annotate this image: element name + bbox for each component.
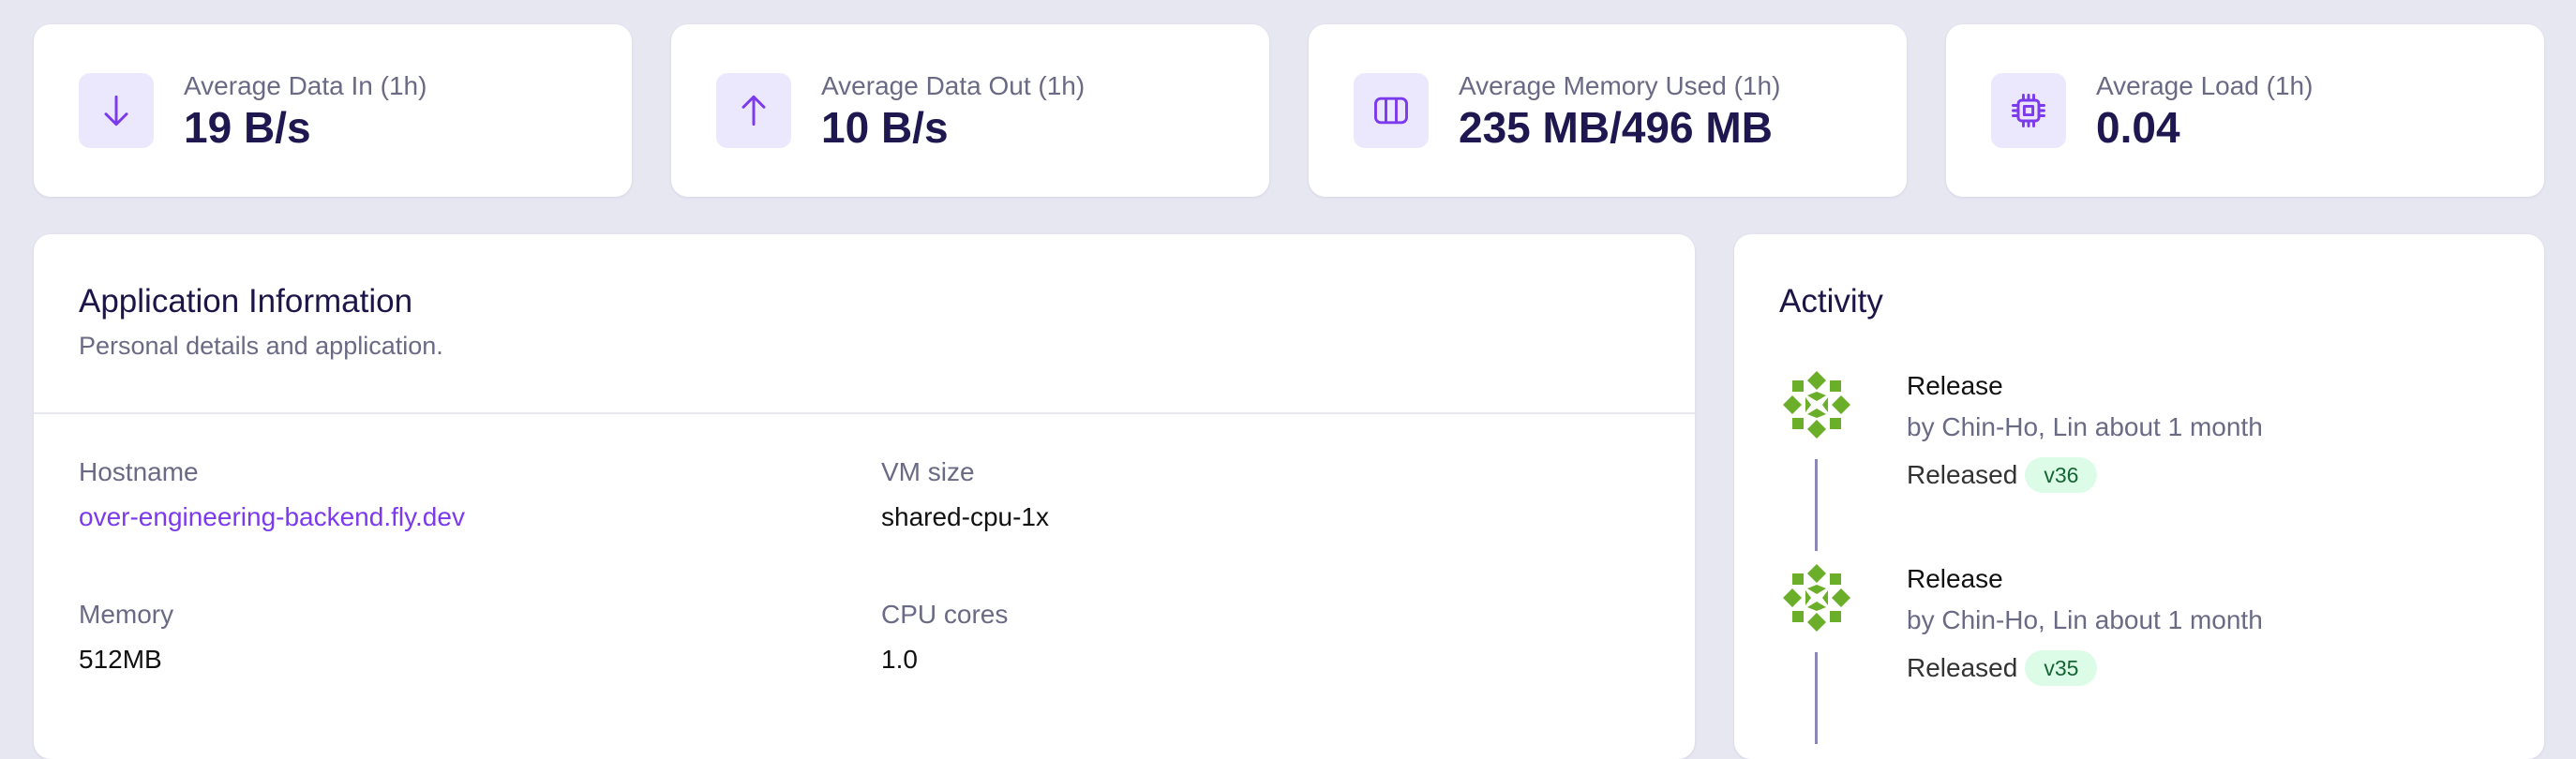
memory-columns-icon (1354, 73, 1429, 148)
activity-item: Release by Chin-Ho, Lin about 1 month Re… (1779, 560, 2510, 753)
stat-label: Average Data In (1h) (184, 71, 427, 100)
activity-card: Activity Release by Chin-Ho, Lin about 1… (1734, 234, 2544, 759)
stat-card-data-out: Average Data Out (1h) 10 B/s (671, 24, 1269, 197)
activity-status: Released v36 (1907, 457, 2263, 493)
arrow-down-icon (79, 73, 154, 148)
activity-status-label: Released (1907, 653, 2018, 682)
arrow-up-icon (716, 73, 791, 148)
field-value: shared-cpu-1x (881, 502, 1049, 531)
field-hostname: Hostname over-engineering-backend.fly.de… (79, 455, 791, 534)
stats-row: Average Data In (1h) 19 B/s Average Data… (34, 24, 2544, 197)
field-label: VM size (881, 457, 975, 486)
field-memory: Memory 512MB (79, 598, 791, 677)
field-value: 512MB (79, 645, 162, 674)
stat-card-data-in: Average Data In (1h) 19 B/s (34, 24, 632, 197)
field-label: Hostname (79, 457, 199, 486)
card-title: Application Information (79, 283, 413, 320)
stat-label: Average Data Out (1h) (821, 71, 1086, 100)
stat-label: Average Memory Used (1h) (1459, 71, 1781, 100)
timeline-connector (1815, 652, 1818, 744)
application-info-card: Application Information Personal details… (34, 234, 1695, 759)
activity-status-label: Released (1907, 460, 2018, 489)
avatar (1779, 560, 1854, 635)
field-vm-size: VM size shared-cpu-1x (881, 455, 1594, 534)
card-subtitle: Personal details and application. (79, 332, 443, 360)
stat-card-memory: Average Memory Used (1h) 235 MB/496 MB (1309, 24, 1907, 197)
card-title: Activity (1779, 283, 1883, 320)
activity-name: Release (1907, 564, 2003, 593)
field-cpu-cores: CPU cores 1.0 (881, 598, 1594, 677)
hostname-link[interactable]: over-engineering-backend.fly.dev (79, 500, 791, 534)
activity-author: by Chin-Ho, Lin about 1 month (1907, 412, 2263, 441)
activity-author: by Chin-Ho, Lin about 1 month (1907, 605, 2263, 634)
field-label: Memory (79, 600, 174, 629)
activity-name: Release (1907, 371, 2003, 400)
version-badge: v35 (2025, 650, 2098, 686)
cpu-chip-icon (1991, 73, 2066, 148)
stat-value: 235 MB/496 MB (1459, 103, 1773, 152)
timeline-connector (1815, 459, 1818, 551)
stat-card-load: Average Load (1h) 0.04 (1946, 24, 2544, 197)
field-value: 1.0 (881, 645, 918, 674)
stat-value: 19 B/s (184, 103, 311, 152)
avatar (1779, 367, 1854, 442)
activity-item: Release by Chin-Ho, Lin about 1 month Re… (1779, 367, 2510, 560)
stat-value: 10 B/s (821, 103, 949, 152)
field-label: CPU cores (881, 600, 1009, 629)
stat-value: 0.04 (2096, 103, 2180, 152)
application-info-header: Application Information Personal details… (34, 234, 1695, 414)
version-badge: v36 (2025, 457, 2098, 493)
activity-status: Released v35 (1907, 650, 2263, 686)
stat-label: Average Load (1h) (2096, 71, 2314, 100)
